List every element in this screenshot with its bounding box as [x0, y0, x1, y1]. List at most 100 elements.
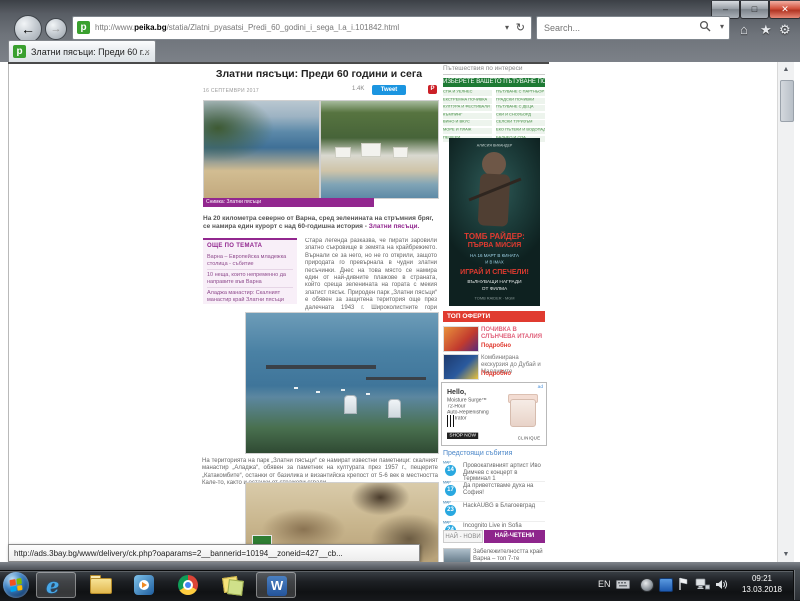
- clock-time: 09:21: [734, 573, 790, 584]
- taskbar-clock[interactable]: 09:21 13.03.2018: [734, 573, 790, 595]
- settings-gear-icon[interactable]: ⚙: [779, 22, 791, 38]
- adchoices-icon[interactable]: ad: [538, 385, 543, 390]
- intro-link[interactable]: Златни пясъци.: [369, 223, 420, 230]
- taskbar-media-player-button[interactable]: [124, 572, 164, 598]
- action-center-flag-icon[interactable]: [678, 577, 689, 591]
- word-icon: W: [266, 575, 288, 597]
- article-body: Стара легенда разказва, че пирати зарови…: [305, 238, 437, 312]
- event-text: HackAUBG в Благоевград: [463, 503, 543, 510]
- interest-link[interactable]: СКИ И СНОУБОРД: [496, 113, 545, 119]
- window-bottom-frame: [0, 562, 800, 570]
- top-offers-heading: ТОП ОФЕРТИ: [443, 311, 545, 322]
- related-link[interactable]: 10 неща, които непременно да направите в…: [207, 270, 293, 288]
- event-item[interactable]: МАР14 Провокативният артист Иво Димчев с…: [443, 462, 545, 482]
- pinterest-share-icon[interactable]: P: [428, 85, 437, 94]
- interest-link-label: КЪМПИНГ: [443, 113, 462, 117]
- poster-contest-line2: ВЪЛНУВАЩИ НАГРАДИ: [458, 280, 531, 285]
- interest-link[interactable]: МОРЕ И ПЛАЖ: [443, 128, 492, 134]
- forward-icon: →: [51, 23, 62, 35]
- interest-link[interactable]: ПЪТУВАНЕ С ДЕЦА: [496, 105, 545, 111]
- related-link[interactable]: Аладжа манастир: Скалният манастир край …: [207, 288, 293, 305]
- interest-link[interactable]: КУЛТУРА И ФЕСТИВАЛИ: [443, 105, 492, 111]
- taskbar-explorer-button[interactable]: [80, 572, 120, 598]
- ad-line: Moisture Surge™: [447, 398, 487, 403]
- tweet-button[interactable]: Tweet: [372, 85, 406, 95]
- resort-building: [361, 143, 381, 157]
- most-read-item[interactable]: Забележителността край Варна – топ 7-те: [473, 549, 545, 562]
- interest-links-grid: СПА И УЕЛНЕС ПЪТУВАНЕ С ПАРТНЬОР ЕКСТРЕМ…: [443, 90, 545, 142]
- offer-cta[interactable]: Подробно: [481, 343, 511, 349]
- white-tower: [388, 399, 401, 418]
- upcoming-events-heading[interactable]: Предстоящи събития: [443, 450, 512, 457]
- scroll-up-icon[interactable]: ▲: [779, 62, 793, 77]
- keyboard-icon[interactable]: [616, 580, 630, 589]
- interest-link[interactable]: ГРАДСКИ ПОЧИВКИ: [496, 98, 545, 104]
- calendar-day: 23: [445, 505, 456, 516]
- tray-app-icon[interactable]: [640, 578, 654, 592]
- search-caret-icon[interactable]: ▾: [720, 22, 724, 31]
- event-item[interactable]: МАР17 Да приветстваме духа на София!: [443, 482, 545, 502]
- search-icon[interactable]: [699, 20, 711, 32]
- favorites-star-icon[interactable]: ★: [760, 22, 772, 38]
- interest-link-label: ГРАДСКИ ПОЧИВКИ: [496, 98, 534, 102]
- interest-link[interactable]: КЪМПИНГ: [443, 113, 492, 119]
- interest-link[interactable]: ВИНО И ВКУС: [443, 120, 492, 126]
- offer-thumbnail: [443, 354, 479, 380]
- chrome-icon: [177, 574, 199, 596]
- taskbar-ie-button[interactable]: e: [36, 572, 76, 598]
- taskbar-chrome-button[interactable]: [168, 572, 208, 598]
- interest-link[interactable]: СЕЛСКИ ТУРИЗЪМ: [496, 120, 545, 126]
- browser-tab[interactable]: p Златни пясъци: Преди 60 г... ×: [8, 40, 156, 63]
- resort-building: [393, 147, 408, 158]
- back-button[interactable]: ←: [14, 15, 42, 43]
- poster-contest-line1: ИГРАЙ И СПЕЧЕЛИ!: [449, 269, 540, 276]
- ad-line: 72-Hour: [447, 404, 465, 409]
- search-box[interactable]: ▾: [536, 16, 730, 40]
- event-text: Провокативният артист Иво Димчев с конце…: [463, 463, 543, 483]
- interest-link[interactable]: ЕКО ПЪТЕКИ И ВОДОПАДИ: [496, 128, 545, 134]
- interest-link[interactable]: ПЪТУВАНЕ С ПАРТНЬОР: [496, 90, 545, 96]
- media-player-icon: [133, 574, 155, 596]
- event-item[interactable]: МАР23 HackAUBG в Благоевград: [443, 502, 545, 522]
- autocomplete-caret-icon[interactable]: ▾: [505, 17, 509, 39]
- shop-now-button[interactable]: SHOP NOW: [447, 433, 478, 439]
- refresh-icon[interactable]: ↻: [516, 17, 525, 39]
- interest-link-label: ЕКСТРЕМНА ПОЧИВКА: [443, 98, 487, 102]
- volume-icon[interactable]: [715, 578, 728, 591]
- home-icon[interactable]: ⌂: [740, 22, 748, 37]
- forward-button[interactable]: →: [45, 18, 67, 40]
- offer-item[interactable]: ПОЧИВКА В СЛЪНЧЕВА ИТАЛИЯ Подробно: [443, 326, 545, 352]
- network-icon[interactable]: [695, 578, 710, 591]
- scroll-down-icon[interactable]: ▼: [779, 547, 793, 562]
- poster-contest-line3: ОТ ФИЛМА: [458, 287, 531, 292]
- cosmetics-ad-banner[interactable]: ad Hello, Moisture Surge™ 72-Hour Auto-R…: [441, 382, 547, 446]
- related-link[interactable]: Варна – Европейска младежка столица - съ…: [207, 252, 293, 270]
- scrollbar-thumb[interactable]: [780, 80, 794, 122]
- offer-thumbnail: [443, 326, 479, 352]
- language-indicator[interactable]: EN: [598, 579, 611, 589]
- interest-link[interactable]: ЕКСТРЕМНА ПОЧИВКА: [443, 98, 492, 104]
- tab-close-icon[interactable]: ×: [145, 41, 150, 63]
- back-icon: ←: [21, 21, 35, 37]
- address-bar[interactable]: p http://www.peika.bg/statia/Zlatni_pyas…: [72, 16, 532, 40]
- close-button[interactable]: ✕: [769, 1, 800, 19]
- poster-release-line2: И В IMAX: [463, 261, 527, 265]
- search-input[interactable]: [542, 18, 676, 38]
- tray-app-icon-blue[interactable]: [659, 578, 673, 592]
- start-button[interactable]: [3, 572, 29, 598]
- offer-item[interactable]: Комбинирана екскурзия до Дубай и Малдиви…: [443, 354, 545, 380]
- taskbar-word-button[interactable]: W: [256, 572, 296, 598]
- tab-newest[interactable]: НАЙ - НОВИ: [443, 530, 483, 543]
- interest-link[interactable]: СПА И УЕЛНЕС: [443, 90, 492, 96]
- scrollbar[interactable]: ▲ ▼: [777, 62, 794, 562]
- show-desktop-button[interactable]: [793, 570, 800, 600]
- offer-cta[interactable]: Подробно: [481, 371, 511, 377]
- taskbar-notes-button[interactable]: [212, 572, 252, 598]
- interests-banner-link[interactable]: ИЗБЕРЕТЕ ВАШЕТО ПЪТУВАНЕ ПО ИНТЕРЕСИ ОТТ…: [443, 78, 545, 87]
- maximize-button[interactable]: □: [740, 1, 769, 19]
- tab-most-read[interactable]: НАЙ-ЧЕТЕНИ: [484, 530, 545, 543]
- calendar-icon: МАР17: [443, 482, 457, 496]
- tomb-raider-ad-banner[interactable]: АЛИСИЯ ВИКАНДЕР ТОМБ РАЙДЕР: ПЪРВА МИСИЯ…: [449, 138, 540, 306]
- offer-link[interactable]: ПОЧИВКА В СЛЪНЧЕВА ИТАЛИЯ: [481, 327, 545, 341]
- article-photo-old-beach: [203, 100, 320, 199]
